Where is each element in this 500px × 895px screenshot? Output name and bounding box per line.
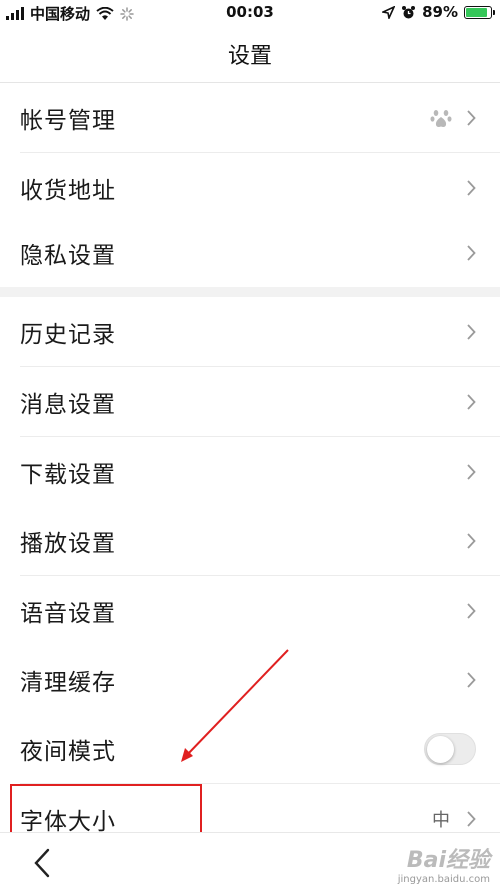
settings-item-label: 下载设置	[20, 462, 116, 488]
font-size-value: 中	[432, 810, 450, 831]
baidu-jingyan-watermark: Bai经验 jingyan.baidu.com	[398, 842, 490, 885]
chevron-right-icon	[466, 603, 476, 619]
settings-item-label: 历史记录	[20, 322, 116, 348]
chevron-right-icon	[466, 394, 476, 410]
settings-item-label: 消息设置	[20, 392, 116, 418]
settings-item-voice[interactable]: 语音设置	[0, 576, 500, 646]
settings-item-label: 清理缓存	[20, 670, 116, 696]
chevron-right-icon	[466, 672, 476, 688]
chevron-right-icon	[466, 464, 476, 480]
battery-icon	[464, 5, 495, 19]
settings-item-label: 隐私设置	[20, 243, 116, 269]
page-title: 设置	[227, 44, 272, 69]
annotation-highlight-box	[10, 784, 202, 836]
baidu-paw-icon	[430, 110, 452, 127]
alarm-clock-icon	[402, 5, 416, 18]
settings-item-history[interactable]: 历史记录	[0, 297, 500, 367]
chevron-right-icon	[466, 245, 476, 261]
settings-item-playback[interactable]: 播放设置	[0, 506, 500, 576]
status-bar: 中国移动 00:03 89%	[0, 0, 500, 26]
chevron-right-icon	[466, 324, 476, 340]
chevron-right-icon	[466, 811, 476, 827]
group-separator	[0, 287, 500, 297]
settings-item-label: 帐号管理	[20, 108, 116, 134]
settings-item-download[interactable]: 下载设置	[0, 437, 500, 507]
settings-item-shipping-address[interactable]: 收货地址	[0, 153, 500, 223]
status-right: 89%	[382, 3, 495, 21]
back-arrow-icon[interactable]	[30, 847, 54, 879]
settings-item-clear-cache[interactable]: 清理缓存	[0, 645, 500, 715]
settings-item-label: 收货地址	[20, 178, 116, 204]
chevron-right-icon	[466, 533, 476, 549]
battery-percent: 89%	[422, 3, 458, 21]
watermark-url: jingyan.baidu.com	[397, 874, 490, 885]
location-arrow-icon	[382, 5, 396, 19]
settings-item-privacy[interactable]: 隐私设置	[0, 218, 500, 288]
battery-fill	[466, 7, 488, 17]
settings-item-label: 播放设置	[20, 531, 116, 557]
watermark-logo: Bai经验	[406, 848, 490, 873]
settings-item-notifications[interactable]: 消息设置	[0, 367, 500, 437]
settings-item-account[interactable]: 帐号管理	[0, 83, 500, 153]
night-mode-toggle[interactable]	[424, 733, 476, 765]
settings-item-night-mode: 夜间模式	[0, 714, 500, 784]
chevron-right-icon	[466, 110, 476, 126]
settings-item-label: 夜间模式	[20, 739, 116, 765]
toggle-knob	[427, 736, 454, 763]
settings-item-label: 语音设置	[20, 601, 116, 627]
chevron-right-icon	[466, 180, 476, 196]
